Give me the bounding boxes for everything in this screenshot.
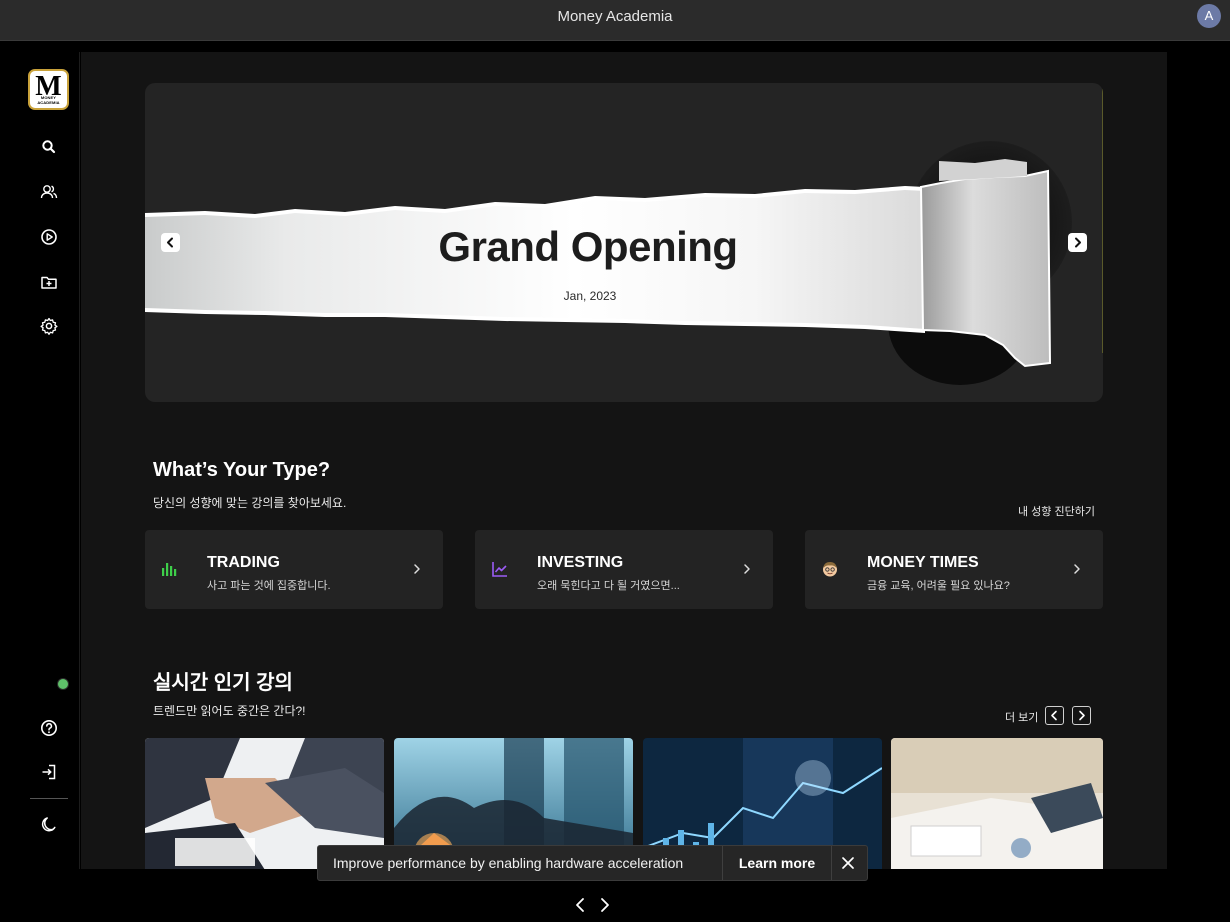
line-chart-icon: [491, 560, 509, 578]
logout-icon[interactable]: [38, 761, 60, 783]
users-icon[interactable]: [38, 181, 60, 203]
type-card-desc: 오래 묵힌다고 다 될 거였으면...: [537, 580, 680, 592]
type-section-subtitle: 당신의 성향에 맞는 강의를 찾아보세요.: [153, 496, 347, 510]
type-card-desc: 사고 파는 것에 집중합니다.: [207, 580, 331, 592]
chevron-right-icon: [410, 562, 424, 576]
course-card-paperwork[interactable]: [891, 738, 1103, 869]
banner-date: Jan, 2023: [563, 289, 617, 303]
type-section-title: What’s Your Type?: [153, 459, 331, 481]
avatar[interactable]: A: [1197, 4, 1221, 28]
chevron-right-icon: [740, 562, 754, 576]
main-content: Grand Opening Jan, 2023 What’s Your Type…: [81, 52, 1167, 869]
banner-prev-button[interactable]: [161, 233, 180, 252]
banner-next-button[interactable]: [1068, 233, 1087, 252]
app-logo[interactable]: M MONEY ACADEMIA: [28, 69, 69, 110]
online-status-indicator: [57, 678, 69, 690]
settings-icon[interactable]: [38, 315, 60, 337]
play-circle-icon[interactable]: [38, 226, 60, 248]
banner-edge: [1102, 83, 1103, 353]
hardware-acceleration-toast: Improve performance by enabling hardware…: [317, 845, 868, 881]
type-card-desc: 금융 교육, 어려울 필요 있나요?: [867, 580, 1010, 592]
more-link[interactable]: 더 보기: [1005, 709, 1038, 725]
popular-prev-button[interactable]: [1045, 706, 1064, 725]
toast-divider: [831, 846, 832, 880]
hero-banner: Grand Opening Jan, 2023: [145, 83, 1103, 402]
type-card-trading[interactable]: TRADING 사고 파는 것에 집중합니다.: [145, 530, 443, 609]
window-title: Money Academia: [557, 8, 673, 25]
popular-next-button[interactable]: [1072, 706, 1091, 725]
banner-headline: Grand Opening: [438, 223, 738, 270]
page-back-button[interactable]: [573, 896, 589, 914]
bar-chart-icon: [161, 560, 179, 578]
type-card-investing[interactable]: INVESTING 오래 묵힌다고 다 될 거였으면...: [475, 530, 773, 609]
type-card-name: INVESTING: [537, 554, 624, 571]
sidebar: M MONEY ACADEMIA: [0, 52, 80, 869]
right-gutter: [1167, 52, 1230, 869]
page-forward-button[interactable]: [596, 896, 612, 914]
window-titlebar: Money Academia A: [0, 0, 1230, 41]
search-icon[interactable]: [38, 136, 60, 158]
sidebar-divider: [30, 798, 68, 799]
type-card-name: MONEY TIMES: [867, 554, 979, 571]
chevron-right-icon: [1070, 562, 1084, 576]
learn-more-button[interactable]: Learn more: [723, 846, 831, 880]
emoji-face-icon: [821, 560, 839, 578]
toast-message: Improve performance by enabling hardware…: [333, 855, 684, 871]
type-card-money-times[interactable]: MONEY TIMES 금융 교육, 어려울 필요 있나요?: [805, 530, 1103, 609]
course-thumbnail: [891, 738, 1103, 869]
close-icon[interactable]: [840, 855, 856, 871]
popular-section-subtitle: 트렌드만 읽어도 중간은 간다?!: [153, 704, 306, 718]
logo-subtext: MONEY ACADEMIA: [37, 95, 60, 105]
type-card-name: TRADING: [207, 554, 280, 571]
diagnose-type-link[interactable]: 내 성향 진단하기: [1018, 503, 1095, 519]
moon-icon[interactable]: [38, 813, 60, 835]
folder-plus-icon[interactable]: [38, 271, 60, 293]
popular-section-title: 실시간 인기 강의: [153, 672, 293, 694]
help-icon[interactable]: [38, 717, 60, 739]
